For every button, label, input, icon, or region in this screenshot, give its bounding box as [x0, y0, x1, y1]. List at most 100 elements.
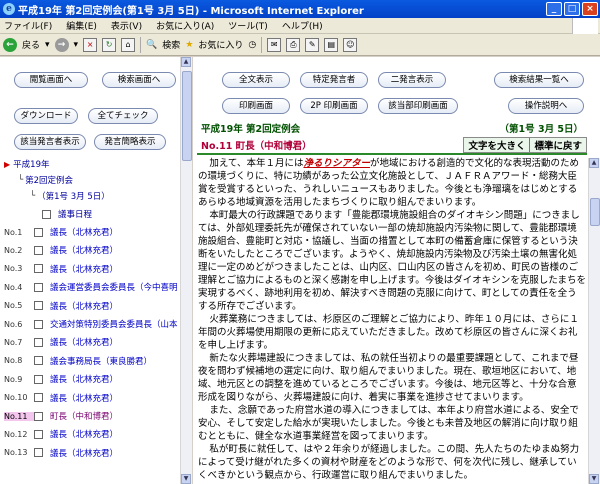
- speaker-link[interactable]: 議長（北林充君）: [50, 244, 118, 256]
- speaker-link[interactable]: 議会運営委員会委員長（今中喜明: [50, 281, 178, 293]
- tree-speaker-row[interactable]: No.9 議長（北林充君）: [4, 370, 118, 388]
- speaker-checkbox[interactable]: [34, 429, 43, 439]
- favorites-button[interactable]: お気に入り: [198, 38, 243, 51]
- print-icon[interactable]: ⎙: [286, 37, 301, 52]
- messenger-icon[interactable]: ☺: [343, 37, 358, 52]
- tree-speaker-row[interactable]: No.3 議長（北林充君）: [4, 260, 118, 278]
- speaker-link[interactable]: 議長（北林充君）: [50, 226, 118, 238]
- menu-view[interactable]: 表示(V): [111, 19, 142, 32]
- right-scrollbar[interactable]: ▲ ▼: [588, 158, 600, 484]
- agenda-link[interactable]: 議事日程: [58, 208, 92, 220]
- menu-edit[interactable]: 編集(E): [66, 19, 97, 32]
- edit-icon[interactable]: ✎: [305, 37, 320, 52]
- speaker-checkbox[interactable]: [34, 374, 43, 384]
- speaker-checkbox[interactable]: [34, 264, 43, 274]
- search-screen-button[interactable]: 検索画面へ: [102, 72, 176, 88]
- tree-speaker-row[interactable]: No.2 議長（北林充君）: [4, 241, 118, 259]
- menu-help[interactable]: ヘルプ(H): [282, 19, 323, 32]
- standard-text-button[interactable]: 標準に戻す: [530, 138, 586, 152]
- stop-icon[interactable]: ×: [83, 37, 98, 52]
- enlarge-text-button[interactable]: 文字を大きく: [464, 138, 529, 152]
- agenda-checkbox[interactable]: [42, 209, 51, 219]
- result-list-button[interactable]: 検索結果一覧へ: [494, 72, 584, 88]
- speaker-link[interactable]: 議長（北林充君）: [50, 428, 118, 440]
- tree-speaker-row[interactable]: No.10 議長（北林充君）: [4, 389, 118, 407]
- window-title: 平成19年 第2回定例会(第1号 3月 5日) - Microsoft Inte…: [18, 5, 364, 17]
- speaker-checkbox[interactable]: [34, 301, 43, 311]
- expand-arrow-icon[interactable]: ▶: [4, 160, 10, 169]
- discuss-icon[interactable]: ▤: [324, 37, 339, 52]
- mail-icon[interactable]: ✉: [267, 37, 282, 52]
- two-column-button[interactable]: 二発言表示: [378, 72, 446, 88]
- search-button[interactable]: 検索: [162, 38, 180, 51]
- search-icon[interactable]: 🔍: [146, 40, 157, 50]
- browse-screen-button[interactable]: 閲覧画面へ: [14, 72, 88, 88]
- speaker-checkbox[interactable]: [34, 356, 43, 366]
- speaker-list-button[interactable]: 発言簡略表示: [94, 134, 166, 150]
- scroll-down-icon[interactable]: ▼: [589, 474, 599, 484]
- tree-speaker-row[interactable]: No.4 議会運営委員会委員長（今中喜明: [4, 278, 178, 296]
- speaker-checkbox[interactable]: [34, 448, 43, 458]
- speaker-link[interactable]: 議長（北林充君）: [50, 392, 118, 404]
- theater-link[interactable]: 浄るりシアター: [303, 158, 370, 169]
- history-icon[interactable]: ◷: [248, 40, 256, 50]
- tree-meeting-link[interactable]: （第1号 3月 5日）: [37, 190, 110, 202]
- home-icon[interactable]: ⌂: [121, 37, 136, 52]
- left-scrollbar-thumb[interactable]: [182, 71, 192, 161]
- tree-meeting[interactable]: └ （第1号 3月 5日）: [30, 187, 110, 205]
- specific-speaker-button[interactable]: 特定発言者: [300, 72, 368, 88]
- tree-agenda[interactable]: 議事日程: [42, 205, 92, 223]
- left-scrollbar[interactable]: ▲ ▼: [180, 57, 192, 484]
- menu-tools[interactable]: ツール(T): [228, 19, 268, 32]
- menu-favorites[interactable]: お気に入り(A): [156, 19, 214, 32]
- speaker-display-button[interactable]: 該当発言者表示: [14, 134, 86, 150]
- tree-speaker-row[interactable]: No.6 交通対策特別委員会委員長（山本: [4, 315, 178, 333]
- minimize-button[interactable]: _: [546, 2, 562, 16]
- speaker-link[interactable]: 議長（北林充君）: [50, 300, 118, 312]
- speaker-checkbox[interactable]: [34, 393, 43, 403]
- scroll-up-icon[interactable]: ▲: [181, 57, 191, 67]
- speaker-link[interactable]: 議長（北林充君）: [50, 447, 118, 459]
- scroll-down-icon[interactable]: ▼: [181, 474, 191, 484]
- tree-year-link[interactable]: 平成19年: [13, 158, 49, 170]
- tree-speaker-row[interactable]: No.13 議長（北林充君）: [4, 444, 118, 462]
- scroll-up-icon[interactable]: ▲: [589, 158, 599, 168]
- print-speaker-button[interactable]: 該当部印刷画面: [378, 98, 458, 114]
- tree-speaker-row[interactable]: No.12 議長（北林充君）: [4, 425, 118, 443]
- speaker-checkbox[interactable]: [34, 282, 43, 292]
- tree-session-link[interactable]: 第2回定例会: [25, 174, 73, 186]
- tree-speaker-row[interactable]: No.11 町長（中和博君）: [4, 407, 118, 425]
- full-display-button[interactable]: 全文表示: [222, 72, 290, 88]
- speaker-link[interactable]: 議長（北林充君）: [50, 263, 118, 275]
- back-dropdown-icon[interactable]: ▾: [45, 40, 50, 50]
- refresh-icon[interactable]: ↻: [102, 37, 117, 52]
- maximize-button[interactable]: □: [564, 2, 580, 16]
- print-screen-button[interactable]: 印刷画面: [222, 98, 290, 114]
- download-button[interactable]: ダウンロード: [14, 108, 78, 124]
- favorites-star-icon[interactable]: ★: [185, 40, 193, 50]
- tree-speaker-row[interactable]: No.8 議会事務局長（東良勝君）: [4, 352, 152, 370]
- speaker-link[interactable]: 議長（北林充君）: [50, 336, 118, 348]
- forward-arrow-icon[interactable]: →: [54, 37, 69, 52]
- tree-speaker-row[interactable]: No.1 議長（北林充君）: [4, 223, 118, 241]
- close-button[interactable]: ×: [582, 2, 598, 16]
- speaker-checkbox[interactable]: [34, 245, 43, 255]
- help-button[interactable]: 操作説明へ: [508, 98, 584, 114]
- speaker-link[interactable]: 議会事務局長（東良勝君）: [50, 355, 152, 367]
- speaker-checkbox[interactable]: [34, 411, 43, 421]
- forward-dropdown-icon[interactable]: ▾: [74, 40, 79, 50]
- print-2p-button[interactable]: 2P 印刷画面: [300, 98, 368, 114]
- check-all-button[interactable]: 全てチェック: [88, 108, 158, 124]
- tree-speaker-row[interactable]: No.5 議長（北林充君）: [4, 297, 118, 315]
- back-arrow-icon[interactable]: ←: [3, 37, 17, 52]
- speaker-link[interactable]: 議長（北林充君）: [50, 373, 118, 385]
- menu-file[interactable]: ファイル(F): [4, 19, 52, 32]
- speaker-link[interactable]: 町長（中和博君）: [50, 410, 118, 422]
- back-button[interactable]: 戻る: [22, 38, 40, 51]
- speaker-checkbox[interactable]: [34, 319, 43, 329]
- speaker-checkbox[interactable]: [34, 337, 43, 347]
- right-scrollbar-thumb[interactable]: [590, 198, 600, 226]
- speaker-checkbox[interactable]: [34, 227, 43, 237]
- speaker-link[interactable]: 交通対策特別委員会委員長（山本: [50, 318, 178, 330]
- tree-speaker-row[interactable]: No.7 議長（北林充君）: [4, 333, 118, 351]
